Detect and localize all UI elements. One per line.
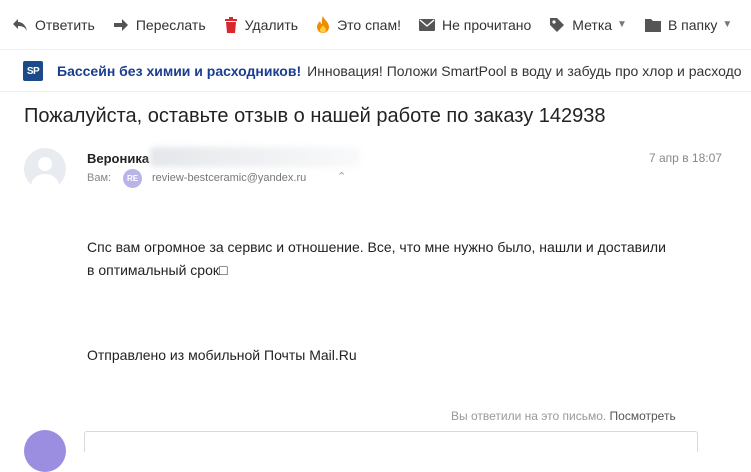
folder-label: В папку bbox=[667, 16, 718, 33]
chevron-down-icon: ▼ bbox=[722, 19, 733, 30]
replied-text: Вы ответили на это письмо. bbox=[451, 409, 607, 423]
ad-title[interactable]: Бассейн без химии и расходников! bbox=[57, 63, 301, 79]
tag-dropdown[interactable]: Метка ▼ bbox=[549, 17, 627, 33]
message-body: Спс вам огромное за сервис и отношение. … bbox=[87, 236, 727, 282]
forward-label: Переслать bbox=[135, 16, 206, 33]
message-body-line: Спс вам огромное за сервис и отношение. … bbox=[87, 239, 666, 255]
replied-notice: Вы ответили на это письмо. Посмотреть bbox=[451, 409, 676, 423]
message-subject: Пожалуйста, оставьте отзыв о нашей работ… bbox=[24, 105, 606, 127]
spam-label: Это спам! bbox=[337, 16, 401, 33]
my-avatar bbox=[24, 430, 66, 472]
trash-icon bbox=[224, 16, 238, 33]
folder-icon bbox=[644, 18, 661, 32]
tag-label: Метка bbox=[572, 16, 613, 33]
recipient-avatar: RE bbox=[123, 169, 142, 188]
recipient-label: Вам: bbox=[87, 172, 112, 184]
ad-logo: SP bbox=[23, 61, 43, 81]
avatar-head bbox=[38, 157, 52, 171]
view-reply-link[interactable]: Посмотреть bbox=[610, 409, 676, 423]
reply-button[interactable]: Ответить bbox=[12, 17, 95, 33]
tag-icon bbox=[549, 17, 565, 33]
message-toolbar: Ответить Переслать Удалить Это спам! Не … bbox=[0, 0, 751, 50]
message-date: 7 апр в 18:07 bbox=[649, 151, 722, 165]
move-to-folder-dropdown[interactable]: В папку ▼ bbox=[644, 16, 733, 33]
message-body-line: в оптимальный срок□ bbox=[87, 262, 228, 278]
avatar-body bbox=[31, 174, 59, 190]
spam-button[interactable]: Это спам! bbox=[316, 16, 401, 33]
fire-icon bbox=[316, 16, 330, 33]
sender-avatar bbox=[24, 148, 66, 190]
ad-banner[interactable]: SP Бассейн без химии и расходников! Инно… bbox=[0, 51, 751, 92]
envelope-icon bbox=[418, 18, 435, 31]
forward-button[interactable]: Переслать bbox=[113, 17, 206, 33]
delete-button[interactable]: Удалить bbox=[224, 16, 299, 33]
reply-label: Ответить bbox=[35, 16, 95, 33]
chevron-up-icon[interactable]: ⌃ bbox=[337, 170, 346, 183]
mark-unread-button[interactable]: Не прочитано bbox=[418, 16, 532, 33]
redacted-sender-surname bbox=[150, 147, 360, 167]
quick-reply-input[interactable] bbox=[84, 431, 698, 452]
reply-icon bbox=[12, 18, 28, 32]
unread-label: Не прочитано bbox=[441, 16, 532, 33]
sender-name[interactable]: Вероника bbox=[87, 151, 149, 166]
message-signature: Отправлено из мобильной Почты Mail.Ru bbox=[87, 347, 357, 363]
delete-label: Удалить bbox=[244, 16, 299, 33]
recipient-email[interactable]: review-bestceramic@yandex.ru bbox=[152, 172, 306, 184]
chevron-down-icon: ▼ bbox=[617, 19, 627, 30]
forward-icon bbox=[113, 18, 129, 32]
ad-text: Инновация! Положи SmartPool в воду и заб… bbox=[307, 63, 742, 79]
